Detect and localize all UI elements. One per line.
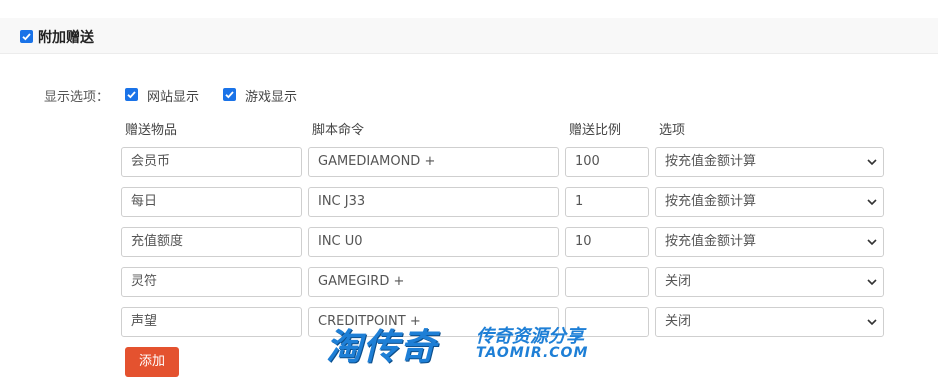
watermark-brand: 淘传奇: [326, 327, 438, 368]
column-header-command: 脚本命令: [312, 123, 365, 138]
gift-ratio-input[interactable]: 1: [565, 187, 649, 217]
option-select[interactable]: 按充值金额计算: [655, 147, 884, 177]
option-select-value: 关闭: [665, 314, 692, 329]
gift-item-input[interactable]: 充值额度: [121, 227, 302, 257]
website-display-label: 网站显示: [147, 90, 200, 105]
game-display-option[interactable]: 游戏显示: [223, 86, 313, 105]
section-header: 附加赠送: [0, 18, 938, 54]
option-select[interactable]: 关闭: [655, 267, 884, 297]
display-options-label: 显示选项：: [44, 90, 110, 105]
gift-ratio-input[interactable]: 10: [565, 227, 649, 257]
chevron-down-icon: [867, 239, 877, 246]
option-select[interactable]: 按充值金额计算: [655, 187, 884, 217]
column-header-option: 选项: [659, 123, 686, 138]
checkmark-icon: [127, 91, 136, 99]
checkmark-icon: [225, 91, 234, 99]
option-select-value: 按充值金额计算: [665, 194, 757, 209]
option-select[interactable]: 按充值金额计算: [655, 227, 884, 257]
option-select[interactable]: 关闭: [655, 307, 884, 337]
website-display-option[interactable]: 网站显示: [125, 86, 215, 105]
game-display-label: 游戏显示: [245, 90, 298, 105]
chevron-down-icon: [867, 279, 877, 286]
gift-item-input[interactable]: 会员币: [121, 147, 302, 177]
script-command-input[interactable]: GAMEDIAMOND +: [308, 147, 559, 177]
watermark-logo: 淘传奇 传奇资源分享 TAOMIR.COM: [326, 318, 616, 370]
chevron-down-icon: [867, 319, 877, 326]
watermark-url: TAOMIR.COM: [476, 345, 589, 361]
column-header-item: 赠送物品: [125, 123, 178, 138]
checkmark-icon: [22, 33, 31, 41]
section-title: 附加赠送: [38, 30, 94, 46]
add-button[interactable]: 添加: [125, 347, 179, 377]
script-command-input[interactable]: INC U0: [308, 227, 559, 257]
gift-item-input[interactable]: 每日: [121, 187, 302, 217]
gift-ratio-input[interactable]: [565, 267, 649, 297]
option-select-value: 按充值金额计算: [665, 154, 757, 169]
section-checkbox[interactable]: [20, 30, 33, 43]
chevron-down-icon: [867, 159, 877, 166]
game-display-checkbox[interactable]: [223, 88, 236, 101]
option-select-value: 关闭: [665, 274, 692, 289]
website-display-checkbox[interactable]: [125, 88, 138, 101]
option-select-value: 按充值金额计算: [665, 234, 757, 249]
script-command-input[interactable]: INC J33: [308, 187, 559, 217]
chevron-down-icon: [867, 199, 877, 206]
gift-item-input[interactable]: 灵符: [121, 267, 302, 297]
gift-item-input[interactable]: 声望: [121, 307, 302, 337]
script-command-input[interactable]: GAMEGIRD +: [308, 267, 559, 297]
gift-ratio-input[interactable]: 100: [565, 147, 649, 177]
column-header-ratio: 赠送比例: [569, 123, 622, 138]
